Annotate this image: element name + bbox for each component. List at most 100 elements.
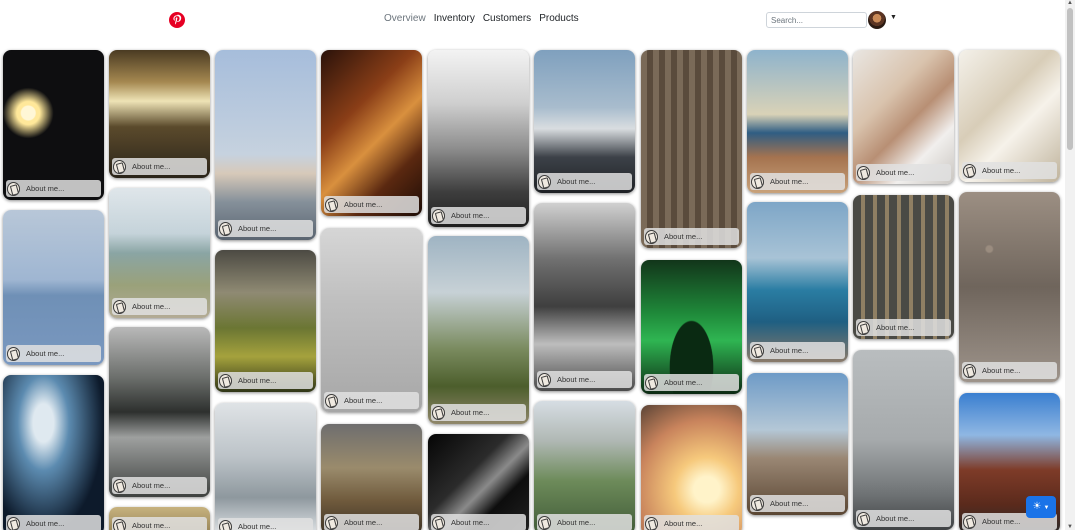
pin-caption: About me... bbox=[537, 514, 632, 530]
pin-card[interactable]: About me... bbox=[853, 195, 954, 339]
user-badge-icon bbox=[751, 175, 764, 189]
pin-card[interactable]: About me... bbox=[321, 50, 422, 216]
chevron-down-icon: ▼ bbox=[1043, 505, 1050, 511]
pin-card[interactable]: About me... bbox=[747, 373, 848, 515]
scroll-up-icon[interactable]: ▲ bbox=[1067, 0, 1073, 6]
pin-caption: About me... bbox=[218, 220, 313, 237]
user-badge-icon bbox=[645, 230, 658, 244]
pin-card[interactable]: About me... bbox=[428, 50, 529, 227]
pin-card[interactable]: About me... bbox=[853, 50, 954, 184]
pin-caption: About me... bbox=[6, 345, 101, 362]
pin-caption: About me... bbox=[112, 158, 207, 175]
pin-card[interactable]: About me... bbox=[3, 50, 104, 200]
user-badge-icon bbox=[645, 376, 658, 390]
pin-caption: About me... bbox=[962, 162, 1057, 179]
pin-caption: About me... bbox=[962, 362, 1057, 379]
user-badge-icon bbox=[857, 166, 870, 180]
pin-grid: About me... About me... About me... About m… bbox=[0, 0, 1065, 530]
nav-overview[interactable]: Overview bbox=[384, 13, 426, 24]
pin-card[interactable]: About me... bbox=[747, 202, 848, 362]
pin-card[interactable]: About me... bbox=[641, 50, 742, 248]
pin-caption: About me... bbox=[644, 228, 739, 245]
pin-image bbox=[959, 192, 1060, 382]
user-badge-icon bbox=[325, 516, 338, 530]
theme-toggle-button[interactable]: ☀ ▼ bbox=[1026, 496, 1056, 518]
pin-caption: About me... bbox=[431, 404, 526, 421]
pin-card[interactable]: About me... bbox=[215, 50, 316, 240]
pin-card[interactable]: About me... bbox=[215, 250, 316, 392]
pin-caption: About me... bbox=[112, 298, 207, 315]
pin-caption: About me... bbox=[218, 518, 313, 530]
pin-card[interactable]: About me... bbox=[534, 401, 635, 530]
user-badge-icon bbox=[113, 479, 126, 493]
user-badge-icon bbox=[432, 209, 445, 223]
user-badge-icon bbox=[538, 175, 551, 189]
user-badge-icon bbox=[963, 364, 976, 378]
nav-customers[interactable]: Customers bbox=[483, 13, 531, 24]
pin-caption: About me... bbox=[112, 517, 207, 530]
user-badge-icon bbox=[432, 406, 445, 420]
pin-card[interactable]: About me... bbox=[428, 236, 529, 424]
pin-image bbox=[534, 401, 635, 530]
user-badge-icon bbox=[219, 520, 232, 530]
pin-caption: About me... bbox=[750, 173, 845, 190]
pin-image bbox=[747, 373, 848, 515]
user-badge-icon bbox=[219, 222, 232, 236]
pin-caption: About me... bbox=[324, 196, 419, 213]
chevron-down-icon[interactable]: ▼ bbox=[890, 14, 897, 21]
pin-card[interactable]: About me... bbox=[109, 507, 210, 530]
user-badge-icon bbox=[113, 160, 126, 174]
pin-caption: About me... bbox=[750, 495, 845, 512]
pin-image bbox=[428, 236, 529, 424]
user-badge-icon bbox=[113, 519, 126, 530]
user-badge-icon bbox=[325, 394, 338, 408]
scroll-down-icon[interactable]: ▼ bbox=[1067, 524, 1073, 530]
pin-caption: About me... bbox=[856, 510, 951, 527]
pin-card[interactable]: About me... bbox=[109, 327, 210, 497]
pin-card[interactable]: About me... bbox=[109, 50, 210, 178]
pin-card[interactable]: About me... bbox=[534, 50, 635, 193]
user-badge-icon bbox=[538, 373, 551, 387]
pin-caption: About me... bbox=[856, 164, 951, 181]
nav-inventory[interactable]: Inventory bbox=[434, 13, 475, 24]
pin-card[interactable]: About me... bbox=[428, 434, 529, 530]
avatar[interactable] bbox=[868, 11, 886, 29]
pin-image bbox=[109, 327, 210, 497]
pin-card[interactable]: About me... bbox=[3, 210, 104, 365]
pin-image bbox=[747, 202, 848, 362]
pin-image bbox=[215, 403, 316, 530]
pin-card[interactable]: About me... bbox=[109, 188, 210, 318]
pin-image bbox=[215, 250, 316, 392]
nav-products[interactable]: Products bbox=[539, 13, 578, 24]
pin-caption: About me... bbox=[431, 514, 526, 530]
pin-caption: About me... bbox=[6, 515, 101, 530]
user-badge-icon bbox=[963, 515, 976, 529]
pin-card[interactable]: About me... bbox=[853, 350, 954, 530]
pin-image bbox=[641, 50, 742, 248]
pin-image bbox=[428, 50, 529, 227]
pin-card[interactable]: About me... bbox=[534, 203, 635, 391]
pin-caption: About me... bbox=[324, 514, 419, 530]
pin-caption: About me... bbox=[6, 180, 101, 197]
pinterest-icon[interactable] bbox=[169, 12, 185, 28]
pin-card[interactable]: About me... bbox=[321, 228, 422, 412]
scroll-thumb[interactable] bbox=[1067, 8, 1073, 150]
search-input[interactable] bbox=[766, 12, 867, 28]
pin-card[interactable]: About me... bbox=[641, 260, 742, 394]
pin-image bbox=[641, 405, 742, 530]
main-nav: Overview Inventory Customers Products bbox=[384, 13, 579, 24]
user-badge-icon bbox=[857, 321, 870, 335]
pin-card[interactable]: About me... bbox=[321, 424, 422, 530]
pin-card[interactable]: About me... bbox=[959, 192, 1060, 382]
pin-card[interactable]: About me... bbox=[3, 375, 104, 530]
pin-card[interactable]: About me... bbox=[747, 50, 848, 193]
pin-image bbox=[853, 350, 954, 530]
pin-card[interactable]: About me... bbox=[641, 405, 742, 530]
scrollbar[interactable]: ▲ ▼ bbox=[1065, 0, 1075, 530]
top-navbar: Overview Inventory Customers Products ▼ bbox=[0, 0, 1075, 42]
pin-card[interactable]: About me... bbox=[215, 403, 316, 530]
user-badge-icon bbox=[219, 374, 232, 388]
user-badge-icon bbox=[645, 517, 658, 530]
pin-card[interactable]: About me... bbox=[959, 50, 1060, 182]
user-badge-icon bbox=[325, 198, 338, 212]
